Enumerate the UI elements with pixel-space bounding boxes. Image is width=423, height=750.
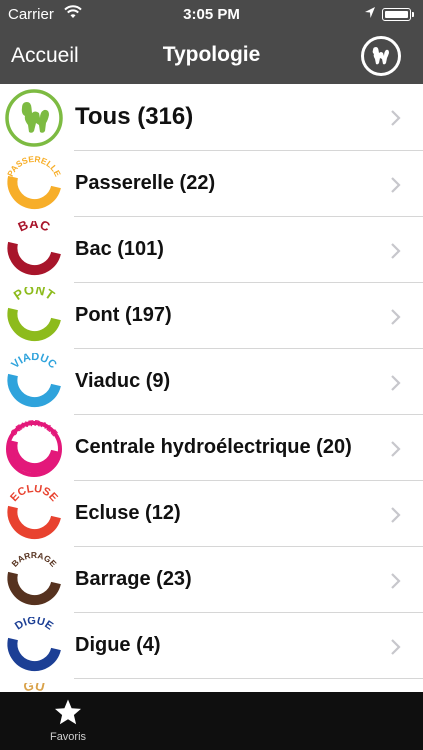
- tab-bar: Favoris: [0, 692, 423, 750]
- bac-ring-icon: BAC: [4, 216, 64, 281]
- list-item[interactable]: PONT Pont (197): [0, 282, 423, 349]
- list-item[interactable]: Tous (316): [0, 84, 423, 151]
- typology-list: Tous (316) PASSERELLE Passerelle (22) BAC Ba…: [0, 84, 423, 692]
- list-item-label: Tous (316): [75, 103, 194, 130]
- back-button[interactable]: Accueil: [11, 44, 79, 68]
- pont-ring-icon: PONT: [4, 282, 64, 347]
- svg-text:ECLUSE: ECLUSE: [8, 485, 60, 504]
- chevron-right-icon: [390, 242, 402, 265]
- centrale-ring-icon: CENTRALE HYDROELECTRIQUE: [4, 418, 64, 479]
- svg-text:BAC: BAC: [16, 221, 53, 235]
- list-item-label: Pont (197): [75, 304, 172, 326]
- navigation-bar: Accueil Typologie: [0, 30, 423, 84]
- svg-text:PONT: PONT: [11, 287, 58, 303]
- list-item-label: Ecluse (12): [75, 502, 181, 524]
- svg-text:PASSERELLE: PASSERELLE: [5, 155, 63, 178]
- list-item[interactable]: GU: [0, 678, 423, 692]
- list-item[interactable]: BAC Bac (101): [0, 216, 423, 283]
- chevron-right-icon: [390, 109, 402, 132]
- tab-favoris[interactable]: Favoris: [40, 692, 96, 750]
- star-icon: [54, 698, 82, 731]
- svg-text:VIADUC: VIADUC: [9, 353, 59, 371]
- list-item[interactable]: CENTRALE HYDROELECTRIQUE Centrale hydroéle…: [0, 415, 423, 481]
- battery-icon: [382, 8, 414, 21]
- svg-text:GU: GU: [22, 683, 46, 692]
- list-item-label: Barrage (23): [75, 568, 192, 590]
- barrage-ring-icon: BARRAGE: [4, 550, 64, 611]
- status-bar: Carrier 3:05 PM: [0, 0, 423, 30]
- chevron-right-icon: [390, 176, 402, 199]
- list-item-label: Centrale hydroélectrique (20): [75, 436, 352, 458]
- chevron-right-icon: [390, 308, 402, 331]
- chevron-right-icon: [390, 638, 402, 661]
- partial-ring-icon: GU: [4, 678, 64, 692]
- list-item[interactable]: PASSERELLE Passerelle (22): [0, 151, 423, 217]
- ecluse-ring-icon: ECLUSE: [4, 483, 64, 545]
- n-silhouette-ring-icon: [4, 88, 64, 148]
- carrier-label: Carrier: [8, 6, 54, 23]
- chevron-right-icon: [390, 572, 402, 595]
- n-silhouette-logo-icon: [372, 47, 389, 65]
- list-item[interactable]: DIGUE Digue (4): [0, 613, 423, 679]
- chevron-right-icon: [390, 506, 402, 529]
- list-item[interactable]: VIADUC Viaduc (9): [0, 349, 423, 415]
- svg-text:BARRAGE: BARRAGE: [9, 551, 58, 569]
- list-item-label: Passerelle (22): [75, 172, 216, 194]
- viaduc-ring-icon: VIADUC: [4, 351, 64, 413]
- list-item-label: Bac (101): [75, 238, 164, 260]
- location-arrow-icon: [364, 6, 376, 23]
- logo-button[interactable]: [361, 36, 401, 76]
- list-item[interactable]: ECLUSE Ecluse (12): [0, 481, 423, 547]
- svg-text:DIGUE: DIGUE: [13, 617, 55, 633]
- passerelle-ring-icon: PASSERELLE: [4, 154, 64, 215]
- list-item[interactable]: BARRAGE Barrage (23): [0, 547, 423, 613]
- chevron-right-icon: [390, 374, 402, 397]
- list-item-label: Digue (4): [75, 634, 161, 656]
- tab-label: Favoris: [49, 731, 87, 743]
- digue-ring-icon: DIGUE: [4, 615, 64, 677]
- wifi-icon: [64, 5, 82, 23]
- chevron-right-icon: [390, 440, 402, 463]
- list-item-label: Viaduc (9): [75, 370, 171, 392]
